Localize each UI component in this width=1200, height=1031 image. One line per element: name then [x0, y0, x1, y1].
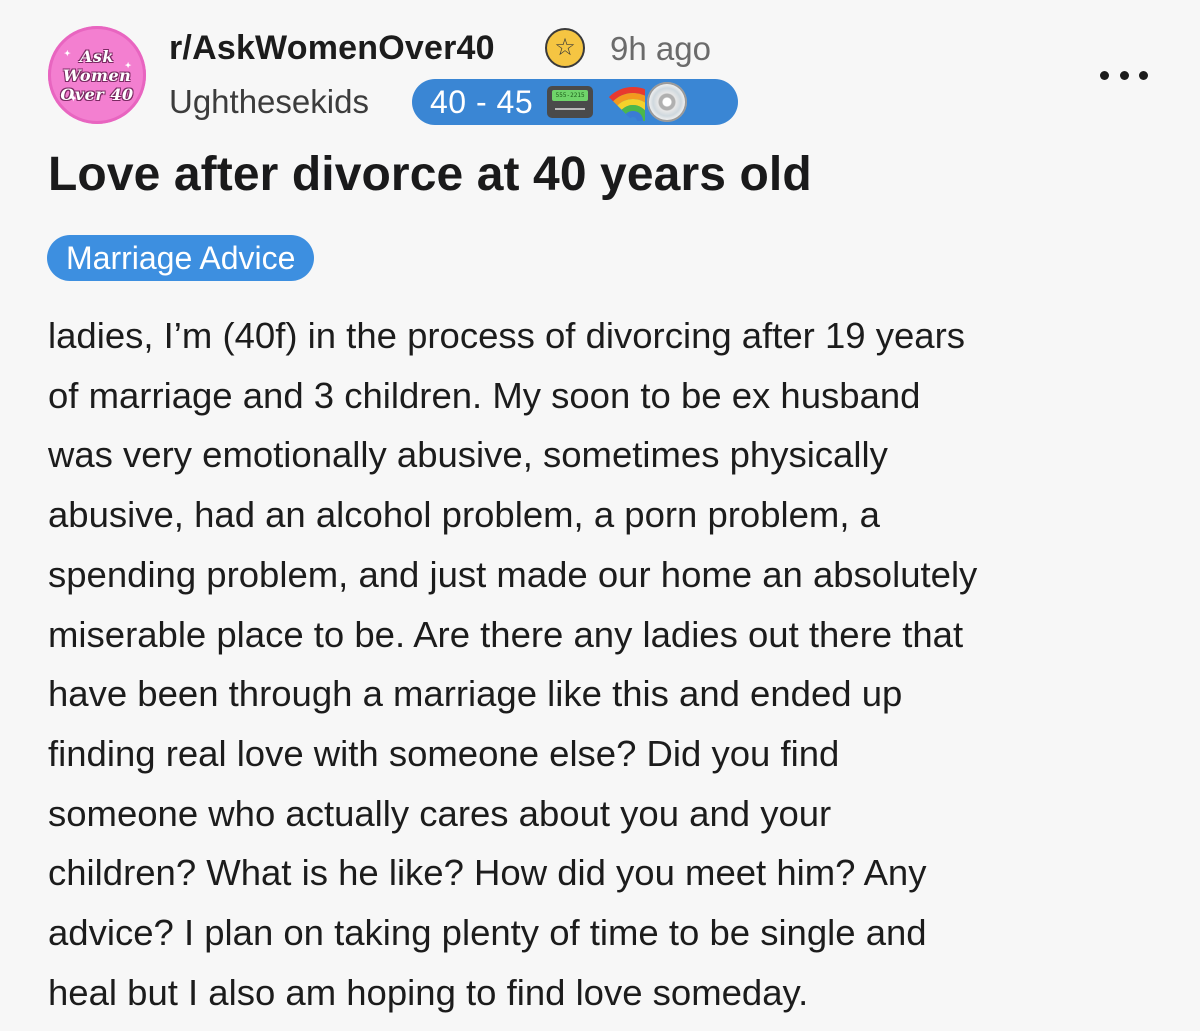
post-body-line: was very emotionally abusive, sometimes … [48, 434, 888, 476]
user-flair: 40 - 45 555-2215 [412, 79, 738, 125]
post-body-line: ladies, I’m (40f) in the process of divo… [48, 315, 965, 356]
post-flair-badge[interactable]: Marriage Advice [47, 235, 315, 281]
post-body-line: abusive, had an alcohol problem, a porn … [48, 494, 880, 536]
subreddit-name[interactable]: r/AskWomenOver40 [169, 27, 495, 69]
avatar-text-line: Women [62, 65, 132, 85]
cd-icon [647, 82, 688, 122]
sparkle-icon: ✦ [70, 93, 78, 103]
sparkle-icon: ✦ [124, 60, 132, 70]
post-body-line: someone who actually cares about you and… [48, 792, 832, 834]
post-title[interactable]: Love after divorce at 40 years old [48, 146, 812, 204]
user-flair-text: 40 - 45 [430, 84, 534, 120]
post-body-line: finding real love with someone else? Did… [48, 732, 840, 774]
avatar-text-line: Ask [79, 46, 114, 66]
post-body: ladies, I’m (40f) in the process of divo… [48, 306, 1168, 1022]
post-body-line: of marriage and 3 children. My soon to b… [48, 374, 921, 416]
post-body-line: have been through a marriage like this a… [48, 673, 903, 715]
pager-icon: 555-2215 [547, 86, 594, 118]
dot-icon [1139, 70, 1148, 80]
dot-icon [1100, 70, 1109, 80]
post-body-line: miserable place to be. Are there any lad… [48, 613, 964, 655]
subreddit-avatar[interactable]: ✦ ✦ ✦ Ask Women Over 40 [48, 26, 146, 124]
more-options-button[interactable] [1100, 62, 1148, 88]
post-body-line: heal but I also am hoping to find love s… [48, 971, 809, 1013]
post-body-line: spending problem, and just made our home… [48, 553, 978, 595]
dot-icon [1119, 70, 1129, 80]
author-username[interactable]: Ughthesekids [169, 81, 369, 123]
star-icon: ☆ [545, 28, 585, 68]
sparkle-icon: ✦ [64, 48, 72, 58]
post-timestamp: 9h ago [610, 30, 711, 67]
reddit-post: ✦ ✦ ✦ Ask Women Over 40 r/AskWomenOver40… [0, 0, 1200, 1031]
rainbow-icon [599, 83, 646, 121]
post-body-line: advice? I plan on taking plenty of time … [48, 912, 927, 954]
post-body-line: children? What is he like? How did you m… [48, 852, 927, 894]
